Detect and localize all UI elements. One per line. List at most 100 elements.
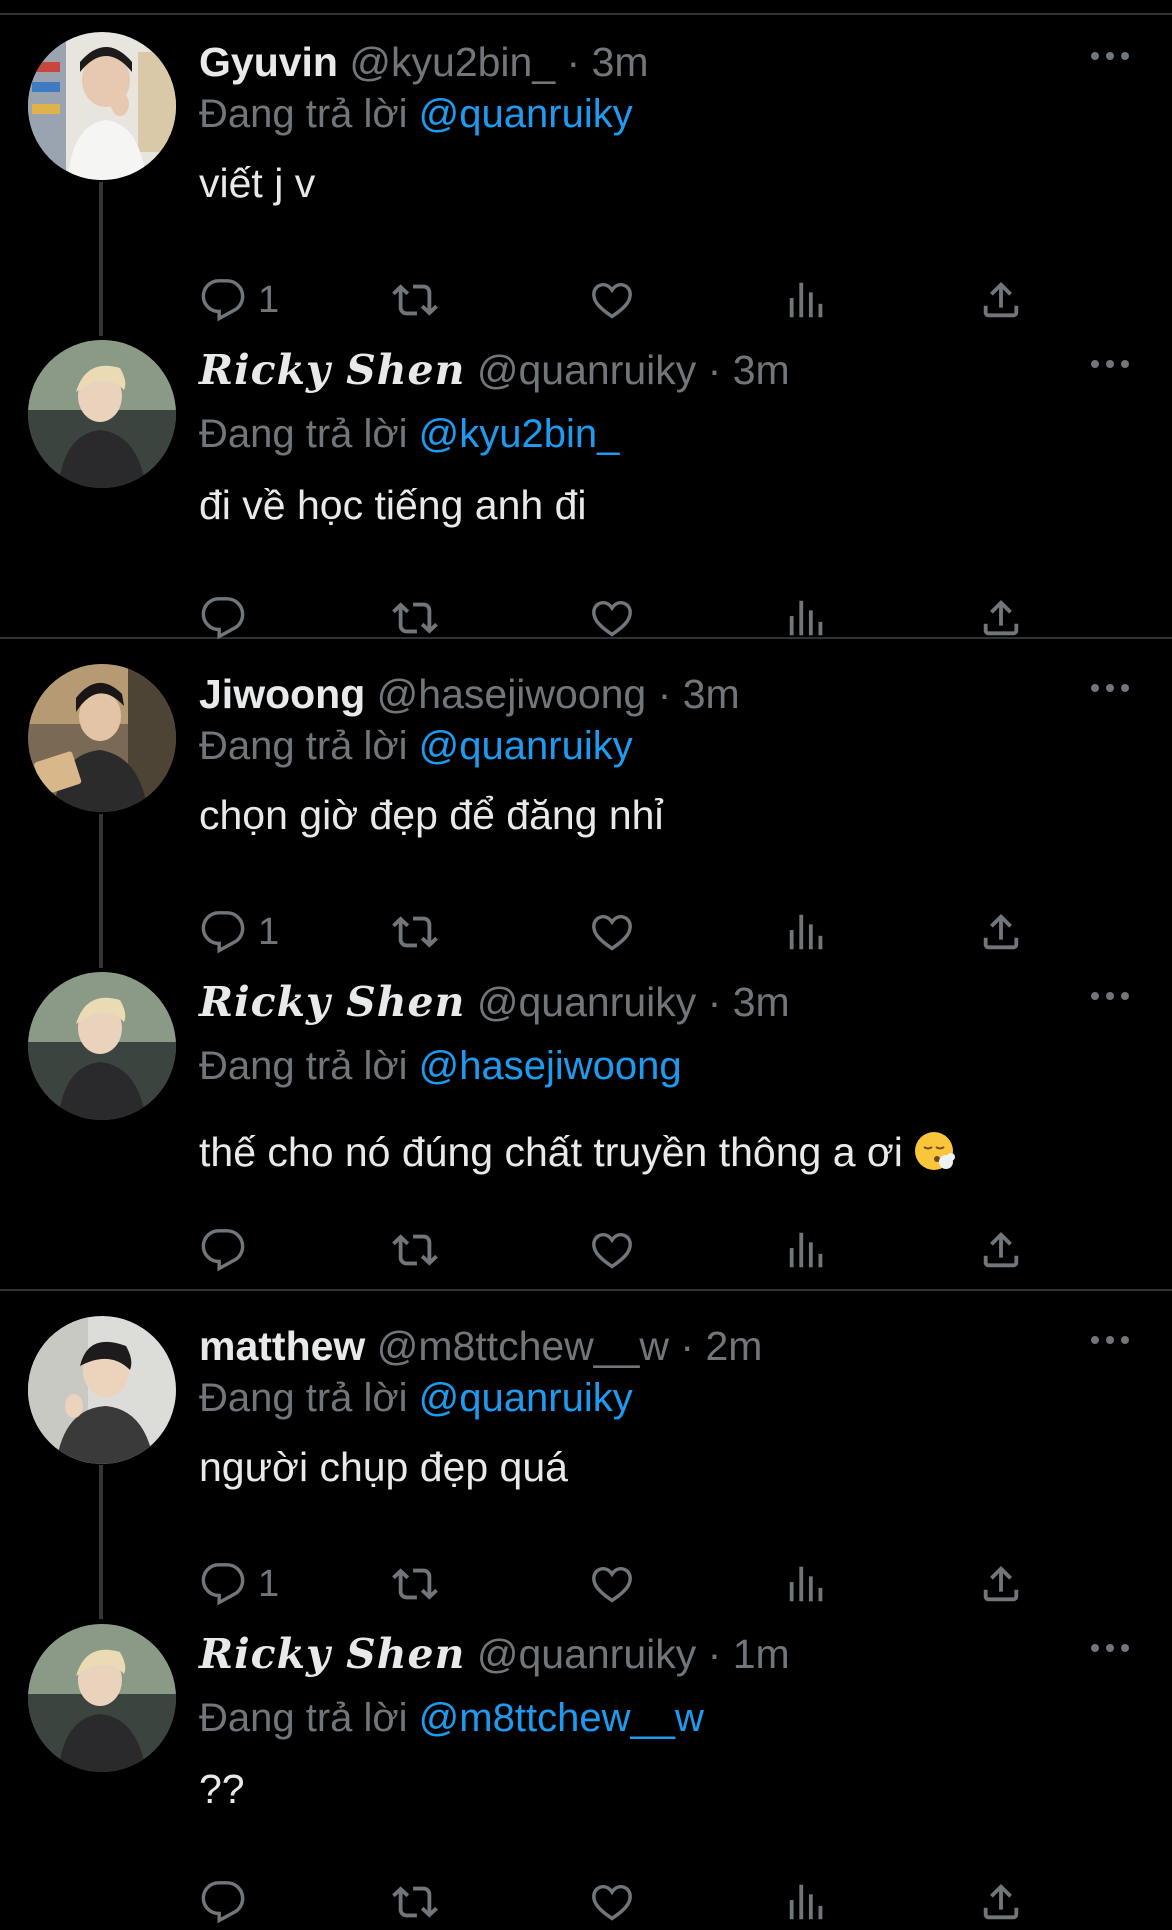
mention-link[interactable]: @quanruiky xyxy=(419,1376,633,1420)
replying-to-label: Đang trả lời xyxy=(199,412,408,456)
retweet-button[interactable] xyxy=(392,904,438,960)
tweet-header: Ricky Shen @quanruiky · 3m xyxy=(199,978,790,1026)
like-icon xyxy=(592,1566,632,1603)
views-icon xyxy=(789,600,823,636)
retweet-icon xyxy=(392,284,438,316)
display-name[interactable]: Ricky Shen xyxy=(199,346,465,394)
like-button[interactable] xyxy=(589,590,635,646)
share-icon xyxy=(983,1231,1019,1268)
retweet-button[interactable] xyxy=(392,1222,438,1278)
username[interactable]: @m8ttchew__w xyxy=(377,1323,669,1369)
share-button[interactable] xyxy=(978,272,1024,328)
tweet[interactable]: Ricky Shen @quanruiky · 3m Đang trả lời … xyxy=(0,972,1172,1272)
like-button[interactable] xyxy=(589,272,635,328)
separator-dot: · xyxy=(707,347,722,393)
share-icon xyxy=(983,913,1019,950)
timestamp[interactable]: 3m xyxy=(683,671,740,717)
timestamp[interactable]: 3m xyxy=(733,979,790,1025)
tweet[interactable]: Ricky Shen @quanruiky · 3m Đang trả lời … xyxy=(0,340,1172,640)
views-icon xyxy=(789,1566,823,1602)
tweet[interactable]: Ricky Shen @quanruiky · 1m Đang trả lời … xyxy=(0,1624,1172,1924)
share-button[interactable] xyxy=(978,1556,1024,1612)
tweet[interactable]: Gyuvin @kyu2bin_ · 3m Đang trả lời @quan… xyxy=(0,32,1172,332)
mention-link[interactable]: @quanruiky xyxy=(419,724,633,768)
avatar[interactable] xyxy=(28,1316,176,1464)
avatar[interactable] xyxy=(28,32,176,180)
mention-link[interactable]: @quanruiky xyxy=(419,92,633,136)
views-button[interactable] xyxy=(784,1556,830,1612)
retweet-button[interactable] xyxy=(392,1556,438,1612)
reply-count: 1 xyxy=(258,910,280,953)
top-divider xyxy=(0,13,1172,15)
more-icon[interactable] xyxy=(1088,676,1132,700)
reply-button[interactable] xyxy=(200,1874,258,1930)
more-icon[interactable] xyxy=(1088,1328,1132,1352)
more-icon[interactable] xyxy=(1088,984,1132,1008)
avatar[interactable] xyxy=(28,972,176,1120)
reply-button[interactable] xyxy=(200,1222,258,1278)
more-icon[interactable] xyxy=(1088,44,1132,68)
tweet[interactable]: Jiwoong @hasejiwoong · 3m Đang trả lời @… xyxy=(0,664,1172,964)
separator-dot: · xyxy=(707,979,722,1025)
views-button[interactable] xyxy=(784,904,830,960)
retweet-button[interactable] xyxy=(392,1874,438,1930)
views-button[interactable] xyxy=(784,590,830,646)
tweet-text: thế cho nó đúng chất truyền thông a ơi xyxy=(199,1127,955,1177)
display-name[interactable]: Ricky Shen xyxy=(199,978,465,1026)
reply-button[interactable]: 1 xyxy=(200,272,279,328)
share-button[interactable] xyxy=(978,1874,1024,1930)
avatar[interactable] xyxy=(28,340,176,488)
more-icon[interactable] xyxy=(1088,352,1132,376)
share-icon xyxy=(983,599,1019,636)
reply-button[interactable]: 1 xyxy=(200,904,279,960)
timestamp[interactable]: 3m xyxy=(733,347,790,393)
retweet-icon xyxy=(392,602,438,634)
replying-to: Đang trả lời @quanruiky xyxy=(199,1374,633,1422)
like-icon xyxy=(592,914,632,951)
avatar[interactable] xyxy=(28,664,176,812)
share-button[interactable] xyxy=(978,590,1024,646)
mention-link[interactable]: @kyu2bin_ xyxy=(419,412,620,456)
views-button[interactable] xyxy=(784,1222,830,1278)
avatar[interactable] xyxy=(28,1624,176,1772)
reply-icon xyxy=(201,597,245,640)
retweet-button[interactable] xyxy=(392,590,438,646)
separator-dot: · xyxy=(680,1323,695,1369)
like-button[interactable] xyxy=(589,904,635,960)
display-name[interactable]: Gyuvin xyxy=(199,39,338,85)
reply-button[interactable]: 1 xyxy=(200,1556,279,1612)
username[interactable]: @quanruiky xyxy=(477,347,696,393)
replying-to: Đang trả lời @quanruiky xyxy=(199,722,633,770)
replying-to-label: Đang trả lời xyxy=(199,1696,408,1740)
like-button[interactable] xyxy=(589,1556,635,1612)
share-button[interactable] xyxy=(978,904,1024,960)
mention-link[interactable]: @hasejiwoong xyxy=(419,1044,682,1088)
tweet-header: Ricky Shen @quanruiky · 1m xyxy=(199,1630,790,1678)
share-icon xyxy=(983,1883,1019,1920)
display-name[interactable]: Ricky Shen xyxy=(199,1630,465,1678)
timestamp[interactable]: 3m xyxy=(592,39,649,85)
username[interactable]: @quanruiky xyxy=(477,979,696,1025)
tweet[interactable]: matthew @m8ttchew__w · 2m Đang trả lời @… xyxy=(0,1316,1172,1616)
action-bar xyxy=(0,1222,1172,1278)
more-icon[interactable] xyxy=(1088,1636,1132,1660)
action-bar: 1 xyxy=(0,272,1172,328)
reply-button[interactable] xyxy=(200,590,258,646)
display-name[interactable]: matthew xyxy=(199,1323,365,1369)
timestamp[interactable]: 2m xyxy=(705,1323,762,1369)
views-button[interactable] xyxy=(784,1874,830,1930)
retweet-icon xyxy=(392,916,438,948)
timestamp[interactable]: 1m xyxy=(733,1631,790,1677)
separator-dot: · xyxy=(566,39,581,85)
mention-link[interactable]: @m8ttchew__w xyxy=(419,1696,704,1740)
share-button[interactable] xyxy=(978,1222,1024,1278)
like-button[interactable] xyxy=(589,1874,635,1930)
retweet-button[interactable] xyxy=(392,272,438,328)
reply-icon xyxy=(201,1881,245,1924)
display-name[interactable]: Jiwoong xyxy=(199,671,365,717)
views-button[interactable] xyxy=(784,272,830,328)
username[interactable]: @hasejiwoong xyxy=(377,671,647,717)
username[interactable]: @kyu2bin_ xyxy=(349,39,555,85)
like-button[interactable] xyxy=(589,1222,635,1278)
username[interactable]: @quanruiky xyxy=(477,1631,696,1677)
